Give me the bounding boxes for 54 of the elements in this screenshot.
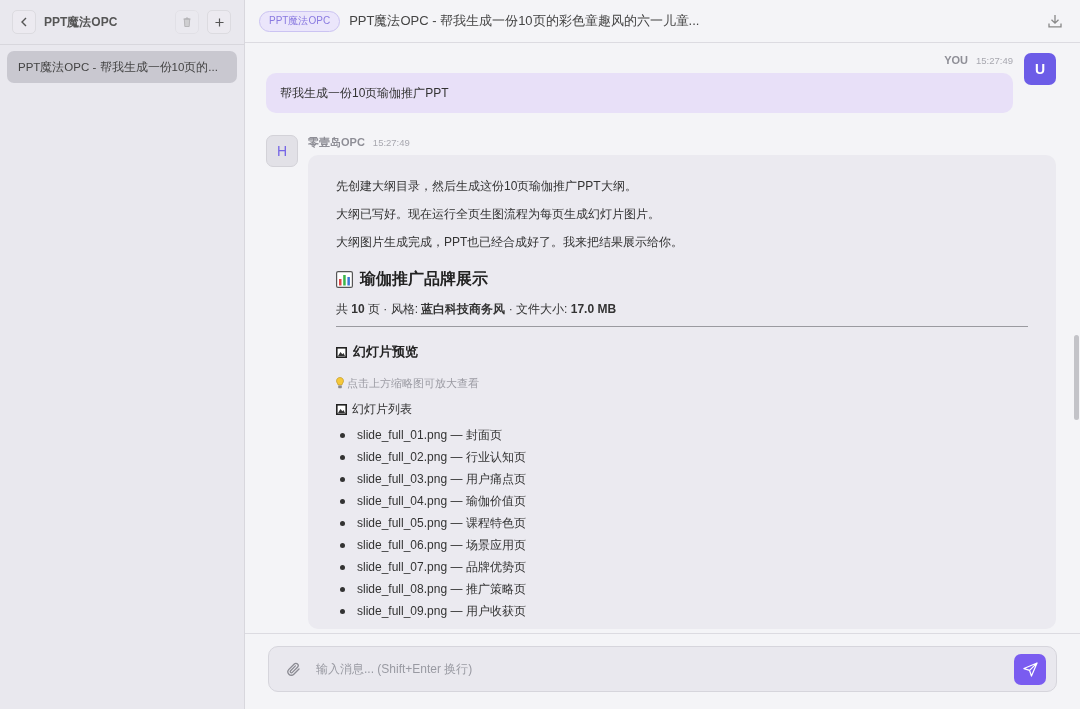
framed-picture-icon	[336, 403, 347, 415]
bullet-icon	[340, 520, 345, 526]
file-list-item: slide_full_05.png — 课程特色页	[357, 514, 526, 532]
file-list-item: slide_full_01.png — 封面页	[357, 426, 502, 444]
download-icon[interactable]	[1048, 14, 1062, 28]
user-avatar: U	[1024, 53, 1056, 85]
summary-line: 共 10 页 · 风格: 蓝白科技商务风 · 文件大小: 17.0 MB	[336, 301, 618, 318]
file-list-item: slide_full_06.png — 场景应用页	[357, 536, 526, 554]
conversation-title: PPT魔法OPC - 帮我生成一份10页的彩色童趣风的六一儿童...	[349, 12, 701, 30]
message-paragraph: 大纲图片生成完成，PPT也已经合成好了。我来把结果展示给你。	[336, 234, 685, 251]
framed-picture-icon	[336, 346, 347, 358]
lightbulb-icon	[336, 377, 344, 389]
message-time: 15:27:49	[372, 136, 410, 148]
bullet-icon	[340, 432, 345, 438]
trash-icon	[183, 17, 191, 27]
file-list-item: slide_full_04.png — 瑜伽价值页	[357, 492, 526, 510]
bullet-icon	[340, 476, 345, 482]
bullet-icon	[340, 564, 345, 570]
section-title: 瑜伽推广品牌展示	[360, 268, 488, 289]
sidebar-title: PPT魔法OPC	[44, 13, 119, 31]
bullet-icon	[340, 542, 345, 548]
message-input[interactable]: 输入消息... (Shift+Enter 换行)	[316, 659, 1014, 679]
scrollbar-thumb[interactable]	[1074, 335, 1079, 420]
plus-icon	[214, 17, 224, 27]
bullet-icon	[340, 608, 345, 614]
attach-button[interactable]	[287, 661, 301, 677]
message-paragraph: 先创建大纲目录，然后生成这份10页瑜伽推广PPT大纲。	[336, 178, 638, 195]
message-time: 15:27:49	[976, 54, 1013, 66]
sender-name: YOU	[944, 54, 968, 66]
chevron-left-icon	[21, 17, 27, 27]
agent-tag: PPT魔法OPC	[259, 10, 341, 32]
file-list-item: slide_full_09.png — 用户收获页	[357, 602, 526, 620]
file-list-item: slide_full_03.png — 用户痛点页	[357, 470, 526, 488]
send-button[interactable]	[1014, 653, 1046, 685]
send-icon	[1022, 661, 1038, 677]
conversation-item[interactable]: PPT魔法OPC - 帮我生成一份10页的...	[7, 51, 237, 83]
file-list-item: slide_full_08.png — 推广策略页	[357, 580, 526, 598]
bullet-icon	[340, 454, 345, 460]
bar-chart-icon	[336, 270, 353, 288]
file-list-item: slide_full_07.png — 品牌优势页	[357, 558, 526, 576]
assistant-avatar: H	[266, 135, 298, 167]
file-list-item: slide_full_02.png — 行业认知页	[357, 448, 526, 466]
hint-text: 点击上方缩略图可放大查看	[347, 375, 479, 391]
bullet-icon	[340, 498, 345, 504]
user-message: 帮我生成一份10页瑜伽推广PPT	[266, 73, 1013, 113]
message-paragraph: 大纲已写好。现在运行全页生图流程为每页生成幻灯片图片。	[336, 206, 661, 223]
new-chat-button[interactable]	[207, 10, 231, 34]
list-label: 幻灯片列表	[352, 400, 412, 418]
paperclip-icon	[287, 661, 301, 677]
composer-box[interactable]: 输入消息... (Shift+Enter 换行)	[268, 646, 1057, 692]
section-subtitle: 幻灯片预览	[353, 343, 418, 361]
back-button[interactable]	[12, 10, 36, 34]
sender-name: 零壹岛OPC	[308, 134, 365, 150]
bullet-icon	[340, 586, 345, 592]
